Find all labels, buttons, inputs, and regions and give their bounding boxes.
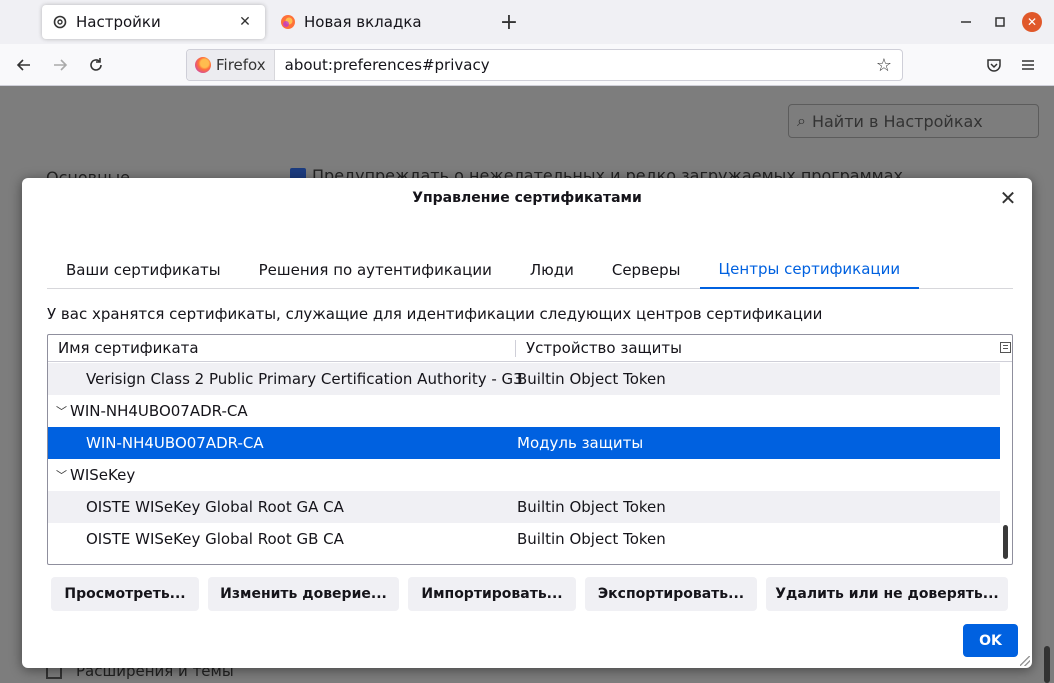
chevron-down-icon[interactable]: ﹀ (56, 467, 67, 483)
page-scrollbar (1044, 646, 1050, 683)
cert-device: Builtin Object Token (517, 370, 666, 388)
firefox-logo-icon (195, 57, 211, 73)
maximize-icon[interactable] (990, 12, 1010, 32)
tab-authentication-decisions[interactable]: Решения по аутентификации (240, 250, 511, 289)
tab-new-tab[interactable]: Новая вкладка (270, 5, 490, 39)
action-buttons: Просмотреть... Изменить доверие... Импор… (51, 577, 1011, 611)
firefox-icon (280, 14, 296, 30)
column-splitter[interactable] (515, 340, 516, 357)
table-row[interactable]: OISTE WISeKey Global Root GA CA Builtin … (48, 491, 1000, 523)
new-tab-button[interactable]: + (498, 10, 520, 35)
search-icon: ⌕ (797, 111, 806, 130)
certificate-manager-dialog: Управление сертификатами ✕ Ваши сертифик… (22, 178, 1032, 668)
scrollbar-thumb[interactable] (1003, 525, 1008, 559)
close-icon[interactable]: ✕ (998, 186, 1018, 210)
tree-scrollbar[interactable] (1001, 363, 1011, 564)
table-row[interactable]: OISTE WISeKey Global Root GB CA Builtin … (48, 523, 1000, 555)
table-row-group[interactable]: ﹀ WISeKey (48, 459, 1000, 491)
certificate-tree[interactable]: Имя сертификата Устройство защиты Verisi… (47, 334, 1013, 565)
url-text[interactable]: about:preferences#privacy (285, 56, 872, 74)
tab-authorities[interactable]: Центры сертификации (699, 250, 920, 289)
minimize-icon[interactable] (956, 12, 976, 32)
identity-box[interactable]: Firefox (187, 50, 275, 80)
window-close-icon[interactable]: ✕ (1022, 12, 1042, 32)
cert-name: OISTE WISeKey Global Root GA CA (86, 498, 344, 516)
forward-arrow-icon[interactable] (48, 53, 72, 77)
group-name: WIN-NH4UBO07ADR-CA (70, 402, 248, 420)
dialog-title: Управление сертификатами (412, 190, 642, 206)
cert-device: Модуль защиты (517, 434, 644, 452)
pocket-icon[interactable] (982, 53, 1006, 77)
delete-button[interactable]: Удалить или не доверять... (766, 577, 1008, 611)
preferences-search-input[interactable]: ⌕ Найти в Настройках (788, 104, 1039, 138)
view-button[interactable]: Просмотреть... (51, 577, 199, 611)
tab-description: У вас хранятся сертификаты, служащие для… (47, 305, 823, 323)
import-button[interactable]: Импортировать... (408, 577, 576, 611)
edit-trust-button[interactable]: Изменить доверие... (208, 577, 399, 611)
tab-settings[interactable]: Настройки ✕ (42, 5, 265, 39)
export-button[interactable]: Экспортировать... (585, 577, 757, 611)
tab-your-certificates[interactable]: Ваши сертификаты (47, 250, 240, 289)
gear-icon (52, 14, 68, 30)
column-header-name[interactable]: Имя сертификата (58, 339, 199, 357)
column-header-device[interactable]: Устройство защиты (526, 339, 682, 357)
cert-name: Verisign Class 2 Public Primary Certific… (86, 370, 523, 388)
navigation-toolbar: Firefox about:preferences#privacy ☆ (0, 44, 1054, 86)
url-bar[interactable]: Firefox about:preferences#privacy ☆ (186, 49, 903, 81)
chevron-down-icon[interactable]: ﹀ (56, 403, 67, 419)
back-arrow-icon[interactable] (12, 53, 36, 77)
hamburger-menu-icon[interactable] (1016, 53, 1040, 77)
table-row-group[interactable]: ﹀ WIN-NH4UBO07ADR-CA (48, 395, 1000, 427)
cert-name: OISTE WISeKey Global Root GB CA (86, 530, 344, 548)
group-name: WISeKey (70, 466, 136, 484)
tab-strip: Настройки ✕ Новая вкладка + ✕ (0, 0, 1054, 44)
reload-icon[interactable] (84, 53, 108, 77)
close-tab-icon[interactable]: ✕ (235, 12, 255, 32)
cert-device: Builtin Object Token (517, 498, 666, 516)
tab-people[interactable]: Люди (511, 250, 593, 289)
tab-servers[interactable]: Серверы (593, 250, 700, 289)
resize-grip-icon[interactable] (1020, 656, 1030, 666)
cert-device: Builtin Object Token (517, 530, 666, 548)
table-row[interactable]: WIN-NH4UBO07ADR-CA Модуль защиты (48, 427, 1000, 459)
bookmark-star-icon[interactable]: ☆ (872, 55, 896, 76)
identity-label: Firefox (216, 56, 266, 74)
tab-title: Настройки (76, 13, 161, 31)
ok-button[interactable]: OK (963, 624, 1018, 657)
certificate-tabs: Ваши сертификаты Решения по аутентификац… (47, 250, 1013, 289)
tab-title: Новая вкладка (304, 13, 422, 31)
table-row[interactable]: Verisign Class 2 Public Primary Certific… (48, 363, 1000, 395)
cert-name: WIN-NH4UBO07ADR-CA (86, 434, 264, 452)
tree-header: Имя сертификата Устройство защиты (48, 335, 1012, 362)
tree-rows: Verisign Class 2 Public Primary Certific… (48, 363, 1000, 555)
search-placeholder: Найти в Настройках (811, 111, 983, 131)
column-picker-icon[interactable] (1000, 342, 1011, 353)
